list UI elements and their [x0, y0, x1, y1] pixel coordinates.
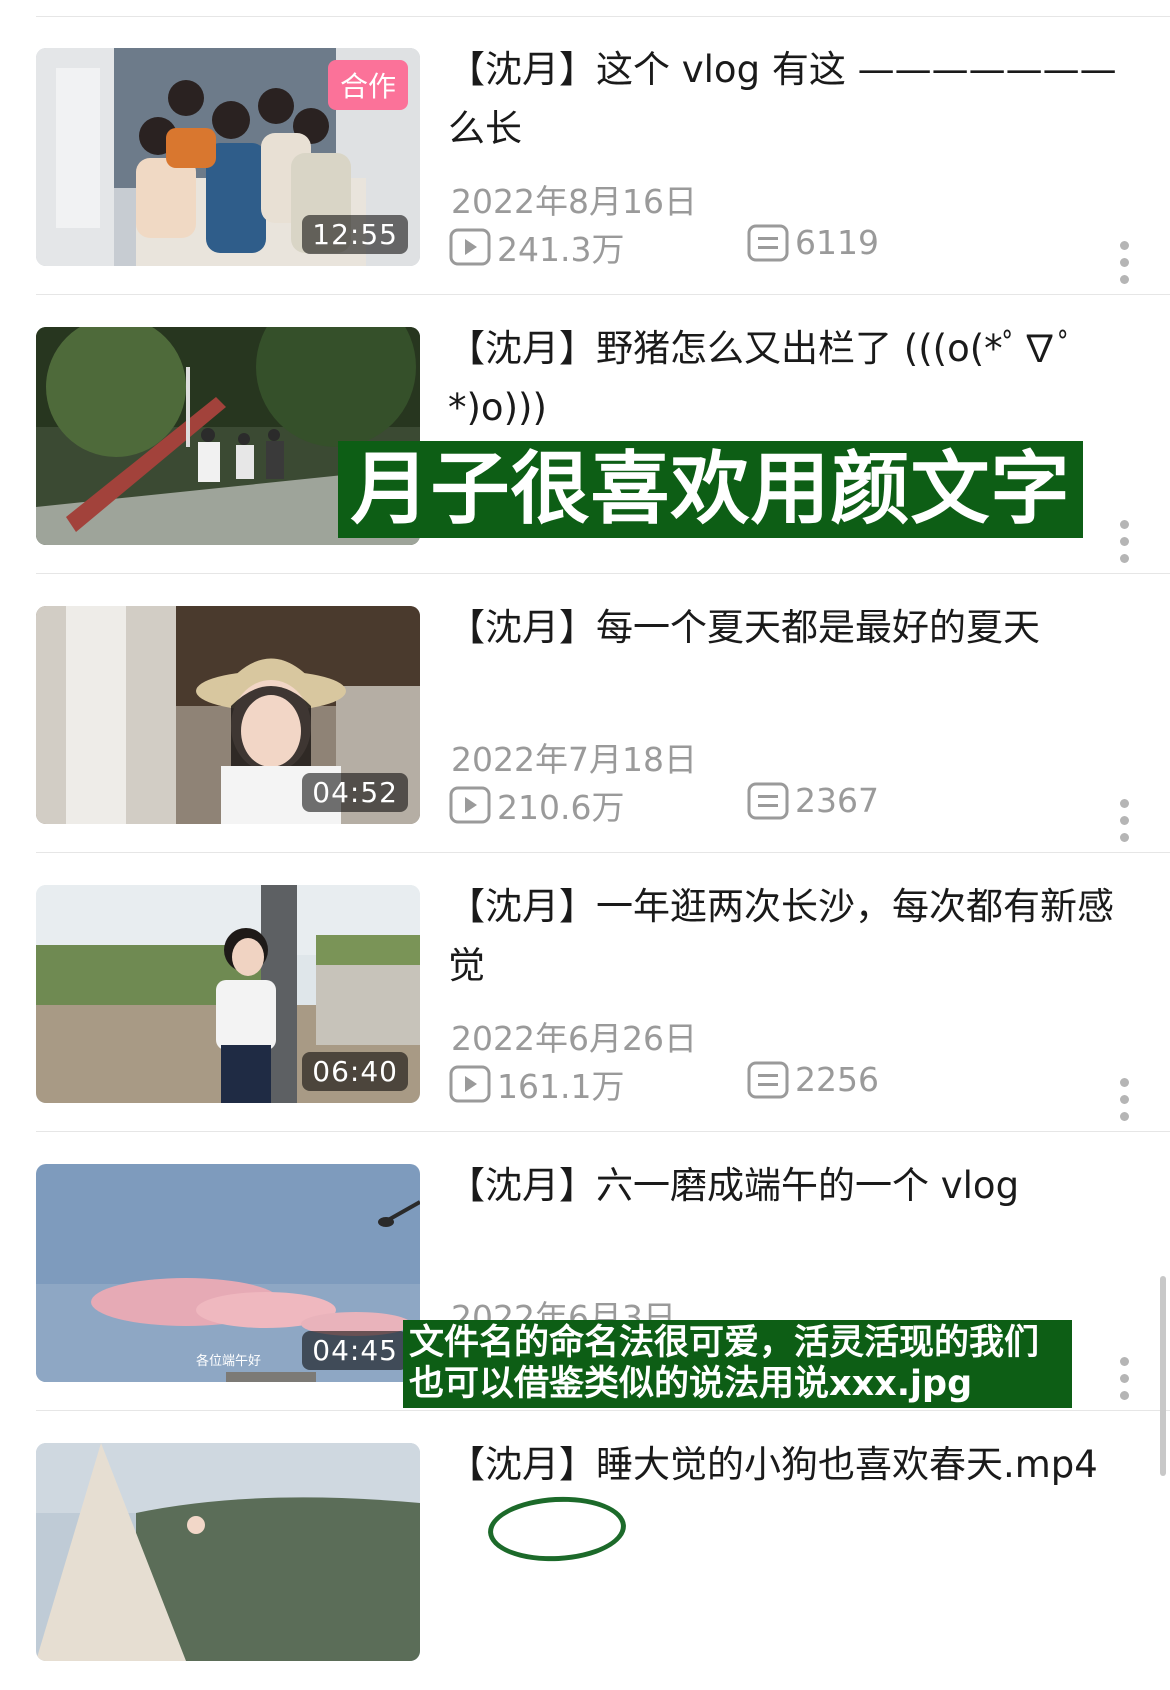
comment-count-value: 2367	[795, 781, 879, 820]
video-title[interactable]: 【沈月】每一个夏天都是最好的夏天	[448, 598, 1138, 657]
video-duration: 04:45	[302, 1331, 408, 1370]
video-title[interactable]: 【沈月】这个 vlog 有这 ———————么长	[448, 40, 1138, 158]
video-stats: 241.3万 6119	[449, 223, 1149, 269]
comment-icon	[747, 1061, 789, 1098]
video-list-item[interactable]: 06:40 【沈月】一年逛两次长沙，每次都有新感觉 2022年6月26日 161…	[0, 853, 1170, 1132]
more-options-icon[interactable]	[1118, 1357, 1130, 1401]
play-icon	[449, 1065, 491, 1103]
more-options-icon[interactable]	[1118, 1078, 1130, 1122]
video-list-item[interactable]: 合作 12:55 【沈月】这个 vlog 有这 ———————么长 2022年8…	[0, 16, 1170, 295]
comment-count: 2367	[747, 781, 879, 820]
video-title[interactable]: 【沈月】野猪怎么又出栏了 (((o(*ﾟ∇ﾟ*)o)))	[448, 319, 1138, 437]
video-thumbnail[interactable]: 合作 12:55	[36, 48, 420, 266]
comment-count: 6119	[747, 223, 879, 262]
play-icon	[449, 228, 491, 266]
upload-date: 2022年8月16日	[451, 182, 697, 221]
annotation-big-caption: 月子很喜欢用颜文字	[338, 441, 1083, 538]
more-options-icon[interactable]	[1118, 799, 1130, 843]
play-count-value: 210.6万	[497, 788, 625, 827]
video-duration: 06:40	[302, 1052, 408, 1091]
more-options-icon[interactable]	[1118, 241, 1130, 285]
video-duration: 04:52	[302, 773, 408, 812]
thumbnail-caption: 各位端午好	[196, 1354, 262, 1369]
play-count: 241.3万	[449, 223, 624, 271]
upload-date: 2022年7月18日	[451, 740, 697, 779]
video-thumbnail[interactable]: 04:52	[36, 606, 420, 824]
comment-count-value: 2256	[795, 1060, 879, 1099]
video-title[interactable]: 【沈月】一年逛两次长沙，每次都有新感觉	[448, 877, 1138, 995]
play-count: 210.6万	[449, 781, 624, 829]
play-icon	[449, 786, 491, 824]
video-stats: 161.1万 2256	[449, 1060, 1149, 1106]
annotation-small-caption: 文件名的命名法很可爱，活灵活现的我们也可以借鉴类似的说法用说xxx.jpg	[403, 1320, 1072, 1408]
play-count: 161.1万	[449, 1060, 624, 1108]
video-thumbnail[interactable]: 各位端午好 04:45	[36, 1164, 420, 1382]
video-title[interactable]: 【沈月】六一磨成端午的一个 vlog	[448, 1156, 1138, 1215]
comment-icon	[747, 224, 789, 261]
comment-icon	[747, 782, 789, 819]
video-stats: 210.6万 2367	[449, 781, 1149, 827]
video-thumbnail[interactable]: 06:40	[36, 885, 420, 1103]
play-count-value: 161.1万	[497, 1067, 625, 1106]
upload-date: 2022年6月26日	[451, 1019, 697, 1058]
video-duration: 12:55	[302, 215, 408, 254]
video-list-item[interactable]: 04:52 【沈月】每一个夏天都是最好的夏天 2022年7月18日 210.6万…	[0, 574, 1170, 853]
thumbnail-image	[36, 1443, 420, 1661]
more-options-icon[interactable]	[1118, 520, 1130, 564]
video-thumbnail[interactable]	[36, 1443, 420, 1661]
collab-badge: 合作	[327, 60, 408, 110]
scrollbar[interactable]	[1160, 1276, 1166, 1476]
play-count-value: 241.3万	[497, 230, 625, 269]
comment-count-value: 6119	[795, 223, 879, 262]
video-title[interactable]: 【沈月】睡大觉的小狗也喜欢春天.mp4	[448, 1435, 1138, 1494]
comment-count: 2256	[747, 1060, 879, 1099]
